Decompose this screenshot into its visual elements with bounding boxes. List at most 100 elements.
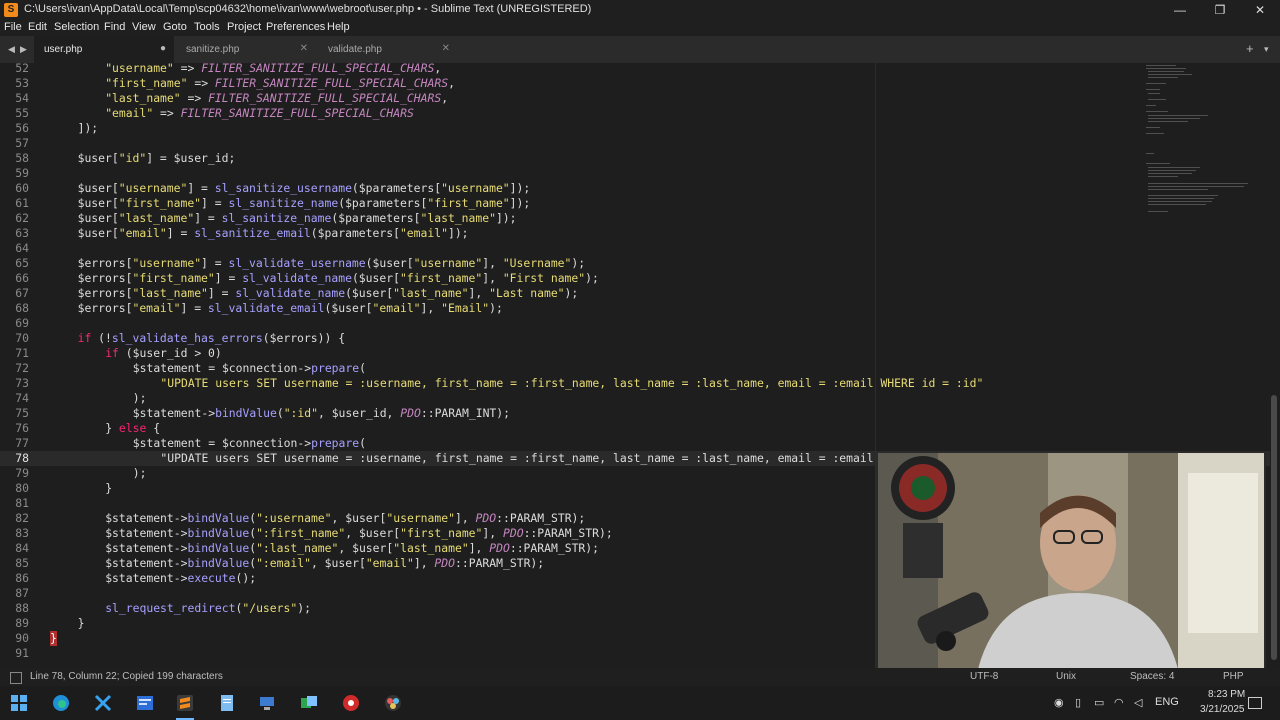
code-line[interactable]: 56]); [0, 121, 1270, 136]
menu-edit[interactable]: Edit [28, 21, 47, 33]
menu-file[interactable]: File [4, 21, 22, 33]
line-number: 83 [15, 526, 29, 540]
line-code: if (!sl_validate_has_errors($errors)) { [77, 331, 346, 345]
close-button[interactable]: ✕ [1240, 0, 1280, 20]
line-code: $errors["email"] = sl_validate_email($us… [77, 301, 503, 315]
code-line[interactable]: 72 $statement = $connection->prepare( [0, 361, 1270, 376]
xcode-like-icon[interactable] [94, 694, 112, 712]
code-line[interactable]: 65 $errors["username"] = sl_validate_user… [0, 256, 1270, 271]
menu-find[interactable]: Find [104, 21, 125, 33]
close-tab-icon[interactable]: ✕ [442, 43, 450, 54]
clock-time[interactable]: 8:23 PM [1208, 689, 1245, 700]
minimap[interactable] [1140, 63, 1260, 223]
usb-device-icon[interactable]: ▯ [1075, 696, 1081, 709]
line-number: 66 [15, 271, 29, 285]
language-indicator[interactable]: ENG [1155, 696, 1179, 708]
line-code: $statement = $connection->prepare( [132, 436, 366, 450]
line-number: 59 [15, 166, 29, 180]
code-line[interactable]: 64 [0, 241, 1270, 256]
line-number: 81 [15, 496, 29, 510]
code-line[interactable]: 62 $user["last_name"] = sl_sanitize_name(… [0, 211, 1270, 226]
code-line[interactable]: 70 if (!sl_validate_has_errors($errors)) … [0, 331, 1270, 346]
menu-goto[interactable]: Goto [163, 21, 187, 33]
code-line[interactable]: 63 $user["email"] = sl_sanitize_email($pa… [0, 226, 1270, 241]
code-line[interactable]: 57 [0, 136, 1270, 151]
line-code: } [105, 481, 113, 495]
unsaved-dot-icon[interactable]: ● [160, 43, 166, 54]
code-line[interactable]: 59 [0, 166, 1270, 181]
windows-start-icon[interactable] [10, 694, 28, 712]
tab-back-icon[interactable]: ◀ [8, 44, 15, 55]
notepad-icon[interactable] [218, 694, 236, 712]
code-line[interactable]: 53 "first_name" => FILTER_SANITIZE_FULL_S… [0, 76, 1270, 91]
menu-preferences[interactable]: Preferences [266, 21, 325, 33]
line-code: $errors["username"] = sl_validate_userna… [77, 256, 586, 270]
line-number: 72 [15, 361, 29, 375]
code-line[interactable]: 55 "email" => FILTER_SANITIZE_FULL_SPECIA… [0, 106, 1270, 121]
line-number: 88 [15, 601, 29, 615]
tab-sanitize-php[interactable]: sanitize.php ✕ [176, 36, 316, 63]
code-line[interactable]: 71 if ($user_id > 0) [0, 346, 1270, 361]
line-number: 90 [15, 631, 29, 645]
code-line[interactable]: 67 $errors["last_name"] = sl_validate_nam… [0, 286, 1270, 301]
davinci-resolve-icon[interactable] [384, 694, 402, 712]
winscp-icon[interactable] [300, 694, 318, 712]
clock-date[interactable]: 3/21/2025 [1200, 704, 1245, 715]
code-line[interactable]: 66 $errors["first_name"] = sl_validate_na… [0, 271, 1270, 286]
sublime-app-icon: S [4, 3, 18, 17]
network-status-icon[interactable]: ◉ [1054, 696, 1064, 709]
code-line[interactable]: 58 $user["id"] = $user_id; [0, 151, 1270, 166]
terminal-app-icon[interactable] [136, 694, 154, 712]
line-number: 87 [15, 586, 29, 600]
volume-icon[interactable]: ◁ [1134, 696, 1142, 709]
line-number: 91 [15, 646, 29, 660]
line-code: ]); [77, 121, 99, 135]
line-number: 82 [15, 511, 29, 525]
scrollbar-thumb[interactable] [1271, 395, 1277, 660]
menu-selection[interactable]: Selection [54, 21, 99, 33]
line-number: 62 [15, 211, 29, 225]
webcam-video-overlay [876, 451, 1266, 671]
menu-project[interactable]: Project [227, 21, 261, 33]
code-line[interactable]: 54 "last_name" => FILTER_SANITIZE_FULL_SP… [0, 91, 1270, 106]
syntax-indicator[interactable]: PHP [1223, 671, 1244, 682]
tab-user-php[interactable]: user.php ● [34, 36, 174, 63]
maximize-button[interactable]: ❐ [1200, 0, 1240, 20]
code-line[interactable]: 73 "UPDATE users SET username = :username… [0, 376, 1270, 391]
encoding-indicator[interactable]: UTF-8 [970, 671, 998, 682]
code-line[interactable]: 75 $statement->bindValue(":id", $user_id,… [0, 406, 1270, 421]
line-code: } [50, 631, 57, 646]
line-code: "email" => FILTER_SANITIZE_FULL_SPECIAL_… [105, 106, 414, 120]
indent-indicator[interactable]: Spaces: 4 [1130, 671, 1174, 682]
edge-browser-icon[interactable] [52, 694, 70, 712]
close-tab-icon[interactable]: ✕ [300, 43, 308, 54]
code-line[interactable]: 60 $user["username"] = sl_sanitize_userna… [0, 181, 1270, 196]
code-line[interactable]: 74); [0, 391, 1270, 406]
tab-validate-php[interactable]: validate.php ✕ [318, 36, 458, 63]
recorder-app-icon[interactable] [342, 694, 360, 712]
network-tool-icon[interactable] [258, 694, 276, 712]
code-line[interactable]: 61 $user["first_name"] = sl_sanitize_name… [0, 196, 1270, 211]
code-line[interactable]: 52 "username" => FILTER_SANITIZE_FULL_SPE… [0, 63, 1270, 76]
tab-list-icon[interactable]: ▾ [1264, 44, 1269, 55]
menu-tools[interactable]: Tools [194, 21, 220, 33]
menu-view[interactable]: View [132, 21, 156, 33]
code-line[interactable]: 69 [0, 316, 1270, 331]
line-endings-indicator[interactable]: Unix [1056, 671, 1076, 682]
tab-forward-icon[interactable]: ▶ [20, 44, 27, 55]
panel-toggle-icon[interactable] [10, 672, 22, 684]
code-line[interactable]: 77 $statement = $connection->prepare( [0, 436, 1270, 451]
menu-help[interactable]: Help [327, 21, 350, 33]
line-number: 61 [15, 196, 29, 210]
code-line[interactable]: 68 $errors["email"] = sl_validate_email($… [0, 301, 1270, 316]
line-code: ); [132, 466, 147, 480]
new-tab-icon[interactable]: + [1246, 41, 1254, 56]
code-line[interactable]: 76} else { [0, 421, 1270, 436]
wifi-icon[interactable]: ◠ [1114, 696, 1124, 709]
battery-icon[interactable]: ▭ [1094, 696, 1104, 709]
minimize-button[interactable]: — [1160, 0, 1200, 20]
line-code: } else { [105, 421, 161, 435]
sublime-text-icon[interactable] [176, 694, 194, 712]
line-code: $statement->bindValue(":id", $user_id, P… [132, 406, 511, 420]
notification-center-icon[interactable] [1248, 697, 1262, 709]
